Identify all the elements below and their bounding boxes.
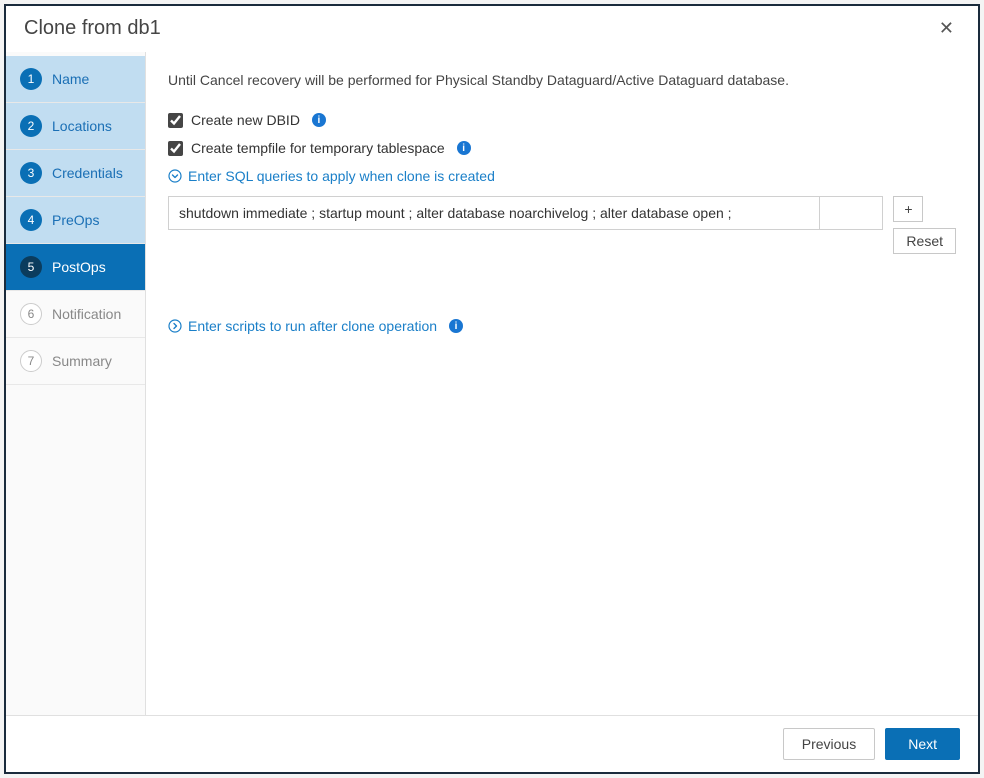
step-number: 2 xyxy=(20,115,42,137)
close-button[interactable]: ✕ xyxy=(933,16,960,41)
step-number: 4 xyxy=(20,209,42,231)
sql-section-label: Enter SQL queries to apply when clone is… xyxy=(188,168,495,184)
sql-side-buttons: + Reset xyxy=(893,196,956,254)
step-number: 5 xyxy=(20,256,42,278)
main-panel: Until Cancel recovery will be performed … xyxy=(146,52,978,715)
wizard-sidebar: 1 Name 2 Locations 3 Credentials 4 PreOp… xyxy=(6,52,146,715)
info-icon[interactable]: i xyxy=(312,113,326,127)
info-icon[interactable]: i xyxy=(457,141,471,155)
checkbox-row-tempfile: Create tempfile for temporary tablespace… xyxy=(168,140,956,156)
step-postops[interactable]: 5 PostOps xyxy=(6,244,145,291)
scripts-section-toggle[interactable]: Enter scripts to run after clone operati… xyxy=(168,318,437,334)
scripts-section: Enter scripts to run after clone operati… xyxy=(168,318,956,334)
step-label: Summary xyxy=(52,353,112,369)
step-name[interactable]: 1 Name xyxy=(6,56,145,103)
dialog-header: Clone from db1 ✕ xyxy=(6,6,978,51)
step-number: 1 xyxy=(20,68,42,90)
clone-dialog: Clone from db1 ✕ 1 Name 2 Locations 3 Cr… xyxy=(4,4,980,774)
dialog-title: Clone from db1 xyxy=(24,17,161,40)
sql-area: + Reset xyxy=(168,196,956,254)
add-sql-button[interactable]: + xyxy=(893,196,923,222)
step-number: 3 xyxy=(20,162,42,184)
step-notification[interactable]: 6 Notification xyxy=(6,291,145,338)
step-label: Name xyxy=(52,71,89,87)
sql-query-input[interactable] xyxy=(169,197,820,229)
create-tempfile-label: Create tempfile for temporary tablespace xyxy=(191,140,445,156)
sql-section-toggle[interactable]: Enter SQL queries to apply when clone is… xyxy=(168,168,956,184)
step-label: Notification xyxy=(52,306,121,322)
create-tempfile-checkbox[interactable] xyxy=(168,141,183,156)
expand-right-icon xyxy=(168,319,182,333)
next-button[interactable]: Next xyxy=(885,728,960,760)
step-number: 7 xyxy=(20,350,42,372)
scripts-section-label: Enter scripts to run after clone operati… xyxy=(188,318,437,334)
create-dbid-label: Create new DBID xyxy=(191,112,300,128)
expand-down-icon xyxy=(168,169,182,183)
step-credentials[interactable]: 3 Credentials xyxy=(6,150,145,197)
step-locations[interactable]: 2 Locations xyxy=(6,103,145,150)
step-summary[interactable]: 7 Summary xyxy=(6,338,145,385)
previous-button[interactable]: Previous xyxy=(783,728,875,760)
dialog-body: 1 Name 2 Locations 3 Credentials 4 PreOp… xyxy=(6,51,978,715)
sql-extra-cell xyxy=(820,197,882,229)
checkbox-row-dbid: Create new DBID i xyxy=(168,112,956,128)
create-dbid-checkbox[interactable] xyxy=(168,113,183,128)
step-label: Locations xyxy=(52,118,112,134)
close-icon: ✕ xyxy=(939,18,954,38)
sql-input-row xyxy=(168,196,883,230)
info-icon[interactable]: i xyxy=(449,319,463,333)
reset-sql-button[interactable]: Reset xyxy=(893,228,956,254)
step-label: Credentials xyxy=(52,165,123,181)
step-preops[interactable]: 4 PreOps xyxy=(6,197,145,244)
intro-text: Until Cancel recovery will be performed … xyxy=(168,72,956,88)
step-label: PostOps xyxy=(52,259,106,275)
dialog-footer: Previous Next xyxy=(6,715,978,772)
step-label: PreOps xyxy=(52,212,99,228)
step-number: 6 xyxy=(20,303,42,325)
